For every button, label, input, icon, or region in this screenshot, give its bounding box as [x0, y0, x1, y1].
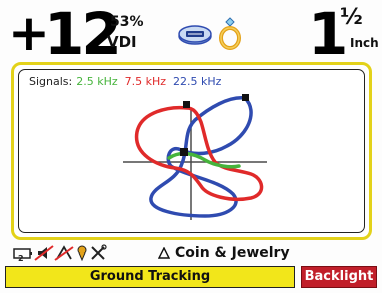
- tools-icon: [91, 244, 107, 260]
- battery-icon: 2: [13, 248, 32, 263]
- signal-marker-red: [183, 101, 190, 108]
- search-mode-name: Coin & Jewelry: [175, 245, 290, 261]
- triangle-icon: [158, 247, 170, 259]
- svg-text:2: 2: [18, 254, 24, 263]
- depth-unit: Inch: [350, 36, 379, 50]
- gold-ring-icon: [219, 17, 241, 50]
- signal-graph-panel: Signals: 2.5 kHz 7.5 kHz 22.5 kHz: [11, 62, 372, 240]
- ground-tracking-button[interactable]: Ground Tracking: [5, 266, 295, 288]
- center-marker: [180, 148, 188, 156]
- signal-plot: [123, 94, 267, 220]
- coin-target-icon: [178, 25, 212, 45]
- gps-icon: [77, 245, 87, 262]
- detector-screen: + 12 53% VDI 1 ½ Inch Signals: 2.5 kHz 7.5…: [0, 0, 382, 293]
- depth-fraction: ½: [340, 5, 363, 30]
- signal-marker-blue: [242, 94, 249, 101]
- backlight-button[interactable]: Backlight: [301, 266, 377, 288]
- status-row: 2 Coin & Jewelry: [0, 243, 382, 263]
- vdi-label: VDI: [107, 33, 137, 51]
- audio-icon: [34, 245, 54, 261]
- trace-2-5khz: [167, 151, 241, 169]
- vdi-percent: 53%: [110, 14, 144, 30]
- soft-key-bar: Ground Tracking Backlight: [5, 266, 377, 288]
- wireless-icon: [54, 245, 74, 261]
- signal-graph: Signals: 2.5 kHz 7.5 kHz 22.5 kHz: [18, 69, 365, 233]
- vdi-sign: +: [8, 4, 50, 62]
- status-icons: 2: [13, 244, 107, 263]
